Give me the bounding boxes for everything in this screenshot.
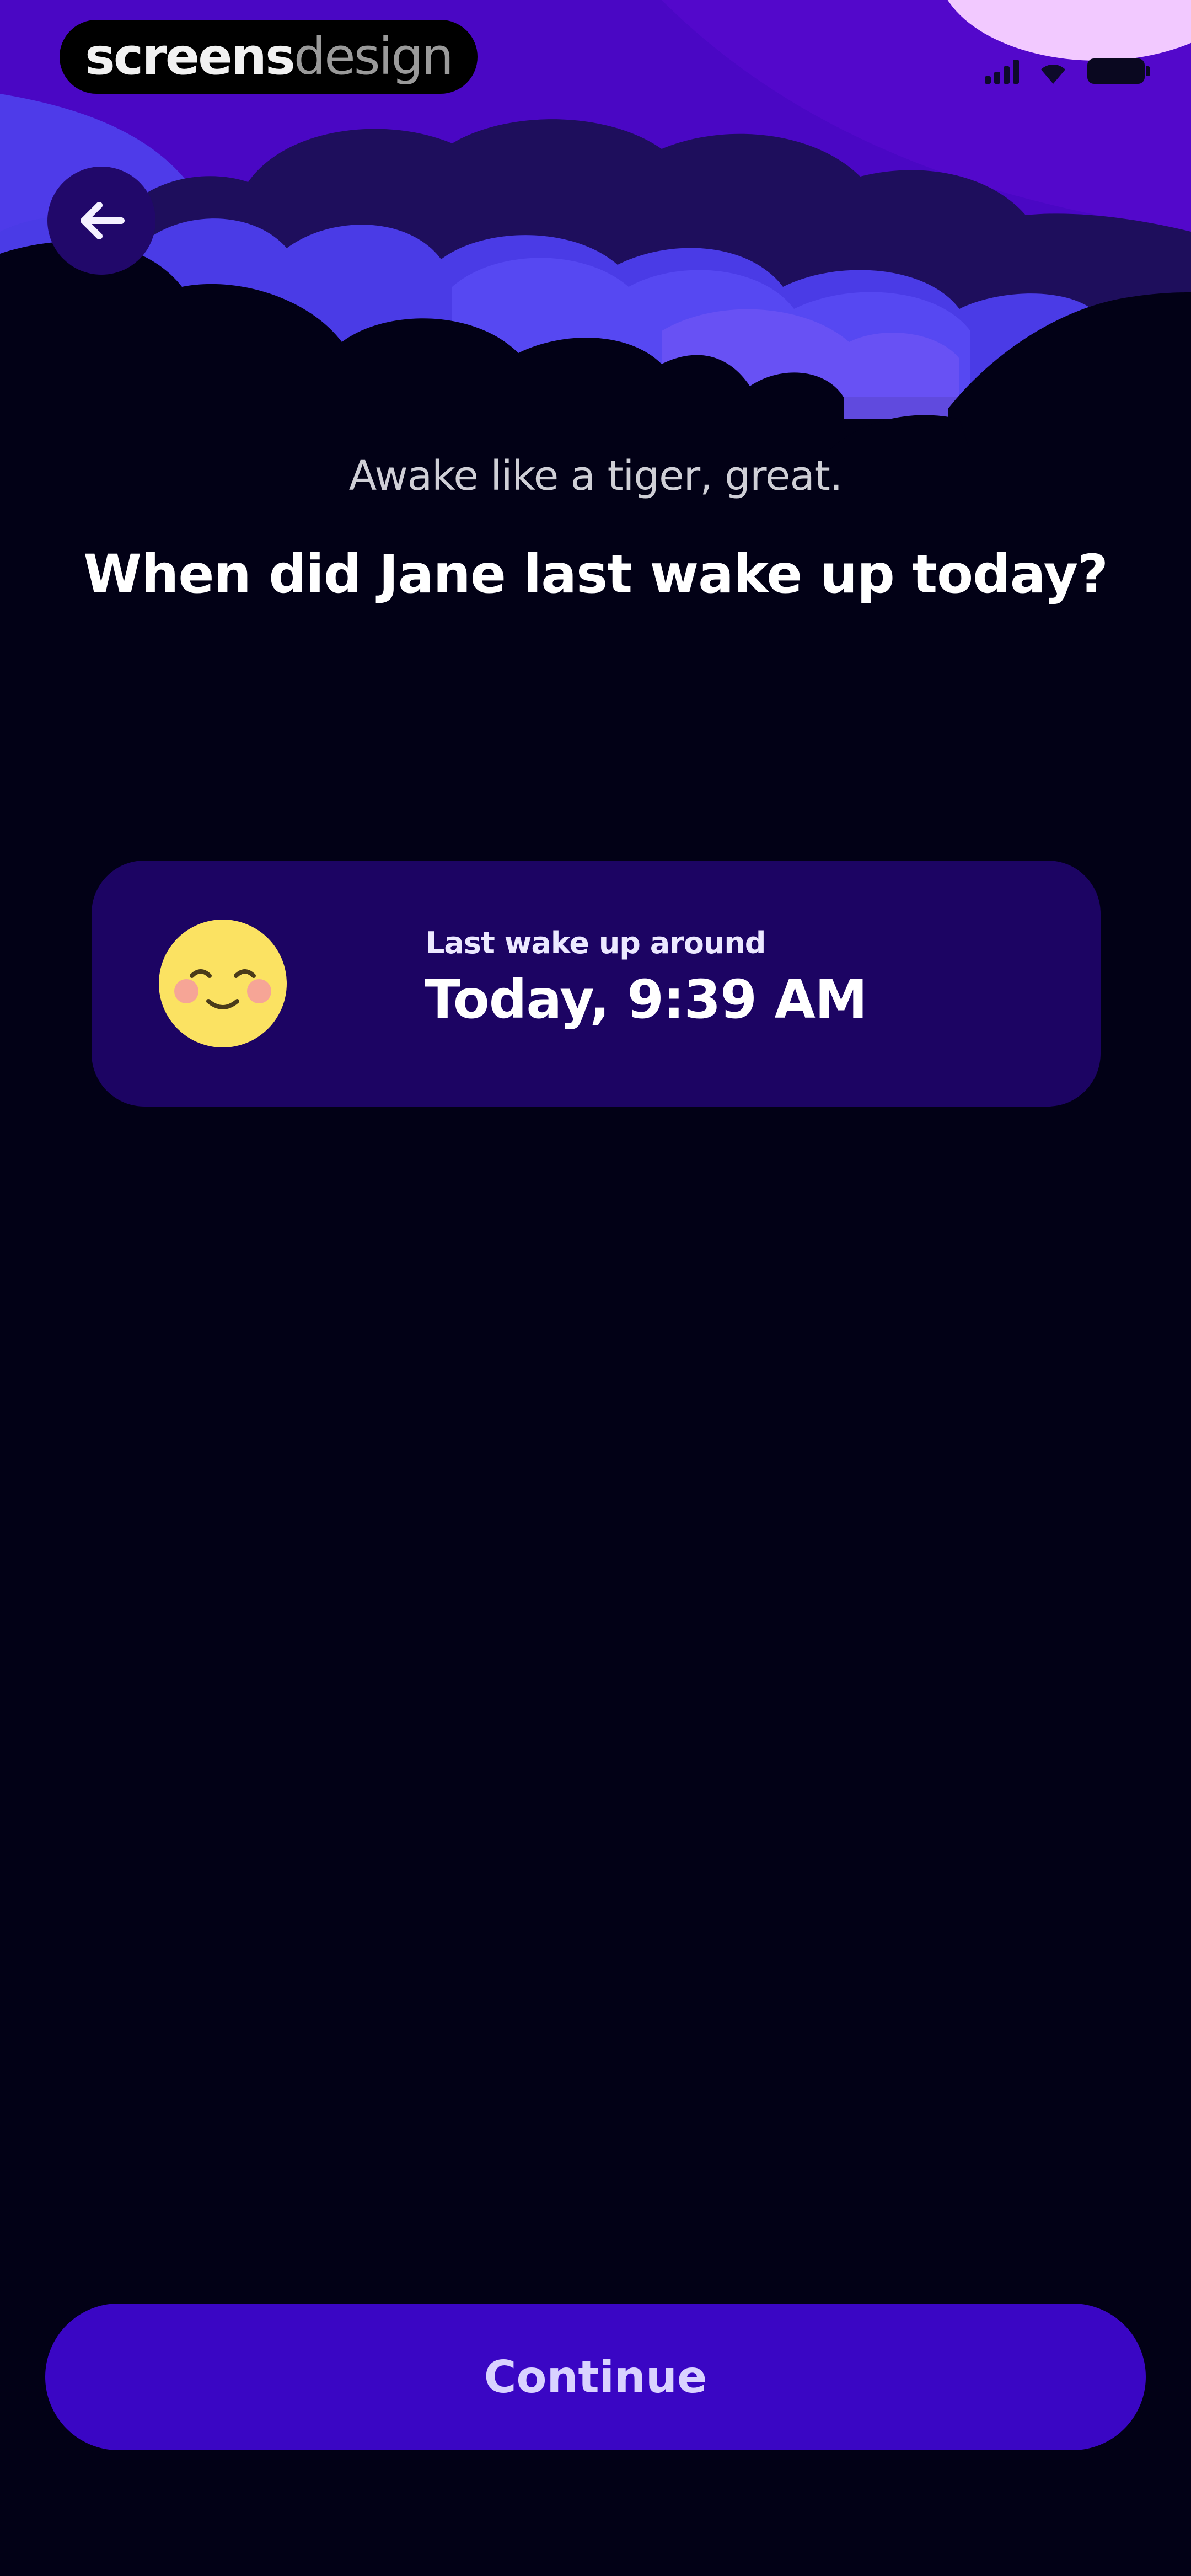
- battery-icon: [1087, 58, 1150, 84]
- signal-icon: [985, 58, 1019, 84]
- smiley-icon: [159, 920, 287, 1047]
- wake-label: Last wake up around: [426, 926, 766, 960]
- wifi-icon: [1041, 65, 1065, 84]
- subtitle: Awake like a tiger, great.: [348, 452, 843, 500]
- status-bar: [985, 51, 1150, 84]
- watermark-logo: screens design: [60, 20, 478, 94]
- continue-button[interactable]: Continue: [45, 2304, 1146, 2450]
- watermark-bold: screens: [85, 27, 296, 86]
- question-title: When did Jane last wake up today?: [83, 543, 1108, 605]
- screen: screens design Awake like a tiger, great.…: [0, 0, 1191, 2576]
- last-wake-card[interactable]: Last wake up around Today, 9:39 AM: [92, 861, 1101, 1107]
- watermark-light: design: [293, 27, 454, 86]
- back-arrow-icon: [81, 202, 125, 239]
- back-button[interactable]: [47, 167, 155, 275]
- wake-time: Today, 9:39 AM: [425, 969, 867, 1030]
